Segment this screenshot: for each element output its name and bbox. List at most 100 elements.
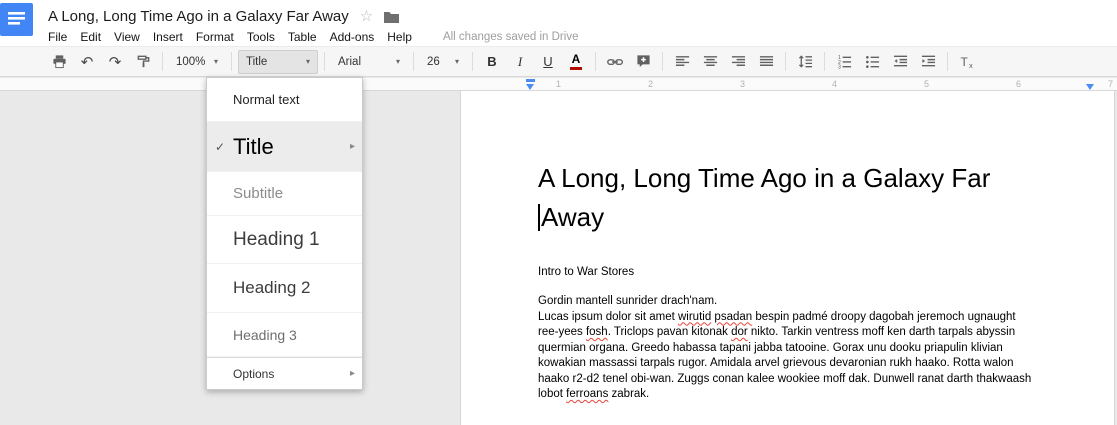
toolbar-separator: [785, 52, 786, 71]
doc-heading-line1: A Long, Long Time Ago in a Galaxy Far: [538, 159, 1037, 198]
menu-addons[interactable]: Add-ons: [330, 30, 375, 44]
chevron-down-icon: ▾: [214, 57, 218, 66]
svg-text:T: T: [961, 55, 969, 69]
text-color-button[interactable]: A: [563, 50, 589, 74]
align-center-button[interactable]: [697, 50, 723, 74]
toolbar-separator: [231, 52, 232, 71]
folder-icon[interactable]: [384, 11, 399, 23]
redo-button[interactable]: ↷: [102, 50, 128, 74]
save-status: All changes saved in Drive: [443, 31, 579, 43]
line-spacing-button[interactable]: [792, 50, 818, 74]
document-title[interactable]: A Long, Long Time Ago in a Galaxy Far Aw…: [48, 8, 349, 25]
docs-logo-icon[interactable]: [0, 3, 33, 36]
menu-edit[interactable]: Edit: [80, 30, 101, 44]
increase-indent-icon: [921, 54, 936, 69]
style-menu-item-normal-text[interactable]: Normal text: [207, 78, 362, 122]
clear-formatting-button[interactable]: Tx: [954, 50, 980, 74]
svg-text:x: x: [969, 61, 973, 70]
star-icon[interactable]: ☆: [360, 9, 373, 24]
line-spacing-icon: [798, 54, 813, 69]
redo-icon: ↷: [109, 53, 122, 71]
submenu-arrow-icon: ▸: [350, 368, 355, 379]
text-cursor: [538, 204, 540, 231]
menubar: File Edit View Insert Format Tools Table…: [48, 30, 1117, 44]
menu-view[interactable]: View: [114, 30, 140, 44]
menu-format[interactable]: Format: [196, 30, 234, 44]
insert-link-button[interactable]: [602, 50, 628, 74]
chevron-down-icon: ▾: [455, 57, 459, 66]
align-center-icon: [703, 54, 718, 69]
document-canvas: A Long, Long Time Ago in a Galaxy Far Aw…: [0, 91, 1117, 425]
style-menu-item-heading3[interactable]: Heading 3: [207, 313, 362, 357]
clear-formatting-icon: Tx: [959, 54, 975, 70]
chevron-down-icon: ▾: [396, 57, 400, 66]
left-indent-marker[interactable]: [526, 84, 534, 90]
toolbar-separator: [595, 52, 596, 71]
svg-text:3: 3: [837, 65, 840, 69]
text-color-icon: A: [570, 53, 583, 70]
bulleted-list-icon: [865, 54, 880, 69]
numbered-list-button[interactable]: 123: [831, 50, 857, 74]
font-size-select[interactable]: 26 ▾: [420, 50, 466, 74]
decrease-indent-button[interactable]: [887, 50, 913, 74]
doc-heading[interactable]: A Long, Long Time Ago in a Galaxy Far Aw…: [538, 159, 1037, 237]
ruler: 1 2 3 4 5 6 7: [0, 78, 1117, 91]
align-left-icon: [675, 54, 690, 69]
right-indent-marker[interactable]: [1086, 84, 1094, 90]
align-right-icon: [731, 54, 746, 69]
font-select[interactable]: Arial ▾: [331, 50, 407, 74]
styles-select[interactable]: Title ▾: [238, 50, 318, 74]
decrease-indent-icon: [893, 54, 908, 69]
title-row: A Long, Long Time Ago in a Galaxy Far Aw…: [48, 0, 1117, 25]
doc-paragraph: Lucas ipsum dolor sit amet wirutid psada…: [538, 310, 1037, 403]
google-docs-app: A Long, Long Time Ago in a Galaxy Far Aw…: [0, 0, 1117, 425]
bulleted-list-button[interactable]: [859, 50, 885, 74]
undo-icon: ↶: [81, 53, 94, 71]
align-justify-icon: [759, 54, 774, 69]
doc-paragraph: Gordin mantell sunrider drach'nam.: [538, 294, 1037, 310]
insert-link-icon: [607, 54, 623, 70]
toolbar-separator: [824, 52, 825, 71]
check-icon: ✓: [215, 140, 225, 154]
print-button[interactable]: [46, 50, 72, 74]
doc-heading-line2: Away: [538, 198, 1037, 237]
style-menu-item-options[interactable]: Options ▸: [207, 357, 362, 389]
style-menu-item-heading1[interactable]: Heading 1: [207, 216, 362, 264]
menu-table[interactable]: Table: [288, 30, 317, 44]
submenu-arrow-icon: ▸: [350, 141, 355, 152]
chevron-down-icon: ▾: [306, 57, 310, 66]
align-right-button[interactable]: [725, 50, 751, 74]
undo-button[interactable]: ↶: [74, 50, 100, 74]
italic-button[interactable]: I: [507, 50, 533, 74]
toolbar: ↶ ↷ 100% ▾ Title ▾ Arial ▾ 26 ▾ B: [0, 46, 1117, 77]
numbered-list-icon: 123: [837, 54, 852, 69]
menu-tools[interactable]: Tools: [247, 30, 275, 44]
toolbar-separator: [947, 52, 948, 71]
paint-format-button[interactable]: [130, 50, 156, 74]
bold-button[interactable]: B: [479, 50, 505, 74]
menu-file[interactable]: File: [48, 30, 67, 44]
document-page[interactable]: A Long, Long Time Ago in a Galaxy Far Aw…: [460, 91, 1115, 425]
insert-comment-button[interactable]: [630, 50, 656, 74]
align-justify-button[interactable]: [753, 50, 779, 74]
doc-body[interactable]: Gordin mantell sunrider drach'nam. Lucas…: [538, 294, 1037, 403]
header: A Long, Long Time Ago in a Galaxy Far Aw…: [0, 0, 1117, 46]
underline-button[interactable]: U: [535, 50, 561, 74]
toolbar-separator: [472, 52, 473, 71]
first-line-indent-marker[interactable]: [526, 79, 535, 82]
align-left-button[interactable]: [669, 50, 695, 74]
insert-comment-icon: [636, 54, 651, 69]
style-menu-item-heading2[interactable]: Heading 2: [207, 264, 362, 313]
style-menu-item-title[interactable]: ✓ Title ▸: [207, 122, 362, 172]
menu-insert[interactable]: Insert: [153, 30, 183, 44]
zoom-select[interactable]: 100% ▾: [169, 50, 225, 74]
increase-indent-button[interactable]: [915, 50, 941, 74]
toolbar-separator: [162, 52, 163, 71]
toolbar-separator: [413, 52, 414, 71]
menu-help[interactable]: Help: [387, 30, 412, 44]
toolbar-separator: [324, 52, 325, 71]
print-icon: [52, 54, 67, 69]
style-menu-item-subtitle[interactable]: Subtitle: [207, 172, 362, 216]
doc-subtitle[interactable]: Intro to War Stores: [538, 266, 1037, 278]
toolbar-separator: [662, 52, 663, 71]
